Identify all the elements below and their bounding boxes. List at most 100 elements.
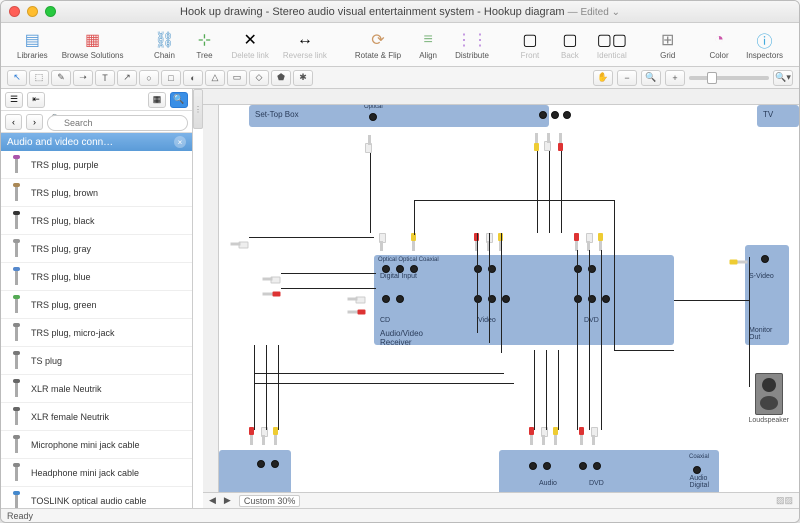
draw-tool-5[interactable]: ↗ <box>117 70 137 86</box>
plug-icon <box>5 490 27 509</box>
wire <box>614 200 615 350</box>
front-button[interactable]: ▢Front <box>511 30 549 60</box>
library-item[interactable]: TRS plug, black <box>1 207 192 235</box>
search-input[interactable] <box>47 115 188 131</box>
drawing-canvas[interactable]: Set-Top Box Optical TV <box>219 105 799 492</box>
draw-tool-4[interactable]: T <box>95 70 115 86</box>
connector-rca-yellow[interactable] <box>730 260 748 265</box>
draw-tool-13[interactable]: ✱ <box>293 70 313 86</box>
library-item[interactable]: Microphone mini jack cable <box>1 431 192 459</box>
draw-tool-2[interactable]: ✎ <box>51 70 71 86</box>
connector-rca-red[interactable] <box>558 133 563 151</box>
connector-rca-red[interactable] <box>574 233 579 251</box>
chain-button[interactable]: ⛓Chain <box>146 30 184 60</box>
hand-tool[interactable]: ✋ <box>593 70 613 86</box>
library-item-list[interactable]: TRS plug, purpleTRS plug, brownTRS plug,… <box>1 151 192 508</box>
close-category-icon[interactable]: × <box>174 136 186 148</box>
draw-tool-0[interactable]: ↖ <box>7 70 27 86</box>
device-monitor-out[interactable]: S-Video Monitor Out <box>745 245 789 345</box>
device-av-receiver[interactable]: Optical Optical Coaxial Digital Input CD… <box>374 255 674 345</box>
identical-button[interactable]: ▢▢Identical <box>591 30 633 60</box>
connector-toslink[interactable] <box>367 135 372 153</box>
back-icon: ▢ <box>560 30 580 50</box>
device-left-edge[interactable] <box>219 450 291 492</box>
page-nav-prev[interactable]: ◀ <box>209 495 216 506</box>
rotate-flip-button[interactable]: ⟳Rotate & Flip <box>349 30 407 60</box>
color-button[interactable]: ◔Color <box>700 30 738 60</box>
connector-rca-red[interactable] <box>579 427 584 445</box>
sidebar-search-toggle-icon[interactable]: 🔍 <box>170 92 188 108</box>
draw-tool-6[interactable]: ○ <box>139 70 159 86</box>
draw-tool-3[interactable]: ➝ <box>73 70 93 86</box>
device-tv[interactable]: TV <box>757 105 799 127</box>
loudspeaker-label: Loudspeaker <box>749 417 789 424</box>
zoom-menu-button[interactable]: 🔍▾ <box>773 70 793 86</box>
zoom-out-button[interactable]: − <box>617 70 637 86</box>
plug-icon <box>5 406 27 428</box>
sidebar-next-icon[interactable]: › <box>26 114 43 130</box>
library-item[interactable]: TRS plug, gray <box>1 235 192 263</box>
library-item[interactable]: TS plug <box>1 347 192 375</box>
library-item[interactable]: TRS plug, green <box>1 291 192 319</box>
reverse-link-button[interactable]: ↔Reverse link <box>277 30 333 60</box>
connector-rca-white[interactable] <box>586 233 591 251</box>
draw-tool-12[interactable]: ⬟ <box>271 70 291 86</box>
draw-tool-7[interactable]: □ <box>161 70 181 86</box>
connector-white[interactable] <box>231 242 249 247</box>
minimize-icon[interactable] <box>27 6 38 17</box>
sidebar-view-grid-icon[interactable]: ▦ <box>148 92 166 108</box>
library-item[interactable]: XLR female Neutrik <box>1 403 192 431</box>
window-title: Hook up drawing - Stereo audio visual en… <box>1 6 799 18</box>
library-item[interactable]: TRS plug, brown <box>1 179 192 207</box>
device-set-top-box[interactable]: Set-Top Box Optical <box>249 105 549 127</box>
library-item[interactable]: XLR male Neutrik <box>1 375 192 403</box>
connector-rca-yellow[interactable] <box>534 133 539 151</box>
scroll-handle-icon[interactable]: ▨▨ <box>776 495 793 506</box>
connector-white[interactable] <box>348 297 366 302</box>
library-item-label: XLR female Neutrik <box>31 412 109 422</box>
connector-coax-yellow[interactable] <box>411 233 416 251</box>
draw-tool-1[interactable]: ⬚ <box>29 70 49 86</box>
draw-tool-8[interactable]: ◐ <box>183 70 203 86</box>
delete-link-button[interactable]: ✕Delete link <box>226 30 275 60</box>
library-item[interactable]: TRS plug, blue <box>1 263 192 291</box>
zoom-in-button[interactable]: + <box>665 70 685 86</box>
distribute-button[interactable]: ⋮⋮Distribute <box>449 30 495 60</box>
align-button[interactable]: ≡Align <box>409 30 447 60</box>
sidebar-collapse-handle[interactable]: ⋮ <box>193 89 203 129</box>
library-item[interactable]: TRS plug, purple <box>1 151 192 179</box>
library-item[interactable]: TOSLINK optical audio cable <box>1 487 192 508</box>
page-nav-next[interactable]: ▶ <box>224 495 231 506</box>
zoom-tool-icon[interactable]: 🔍 <box>641 70 661 86</box>
sidebar-view-collapse-icon[interactable]: ⇤ <box>27 92 45 108</box>
library-category-header[interactable]: Audio and video conn… × <box>1 133 192 151</box>
connector-rca-white[interactable] <box>591 427 596 445</box>
draw-tool-11[interactable]: ◇ <box>249 70 269 86</box>
zoom-display[interactable]: Custom 30% <box>239 495 301 507</box>
connector-red[interactable] <box>348 310 366 315</box>
draw-tool-9[interactable]: △ <box>205 70 225 86</box>
connector-white[interactable] <box>263 277 281 282</box>
sidebar-view-list-icon[interactable]: ☰ <box>5 92 23 108</box>
device-audio-digital[interactable]: Audio DVD Audio Digital Coaxial <box>499 450 719 492</box>
grid-button[interactable]: ⊞Grid <box>649 30 687 60</box>
zoom-icon[interactable] <box>45 6 56 17</box>
close-icon[interactable] <box>9 6 20 17</box>
sidebar-prev-icon[interactable]: ‹ <box>5 114 22 130</box>
connector-optical[interactable] <box>379 233 384 251</box>
libraries-button[interactable]: ▤Libraries <box>11 30 54 60</box>
canvas-area: Set-Top Box Optical TV <box>203 89 799 508</box>
library-item[interactable]: Headphone mini jack cable <box>1 459 192 487</box>
connector-rca-white[interactable] <box>546 133 551 151</box>
connector-rca-yellow[interactable] <box>598 233 603 251</box>
device-loudspeaker[interactable] <box>755 373 783 415</box>
browse-solutions-button[interactable]: ▦Browse Solutions <box>56 30 130 60</box>
library-item[interactable]: TRS plug, micro-jack <box>1 319 192 347</box>
tree-button[interactable]: ⊹Tree <box>186 30 224 60</box>
inspectors-button[interactable]: ⓘInspectors <box>740 30 789 60</box>
connector-red[interactable] <box>263 292 281 297</box>
zoom-slider[interactable] <box>689 76 769 80</box>
back-button[interactable]: ▢Back <box>551 30 589 60</box>
draw-tool-10[interactable]: ▭ <box>227 70 247 86</box>
library-item-label: Microphone mini jack cable <box>31 440 140 450</box>
